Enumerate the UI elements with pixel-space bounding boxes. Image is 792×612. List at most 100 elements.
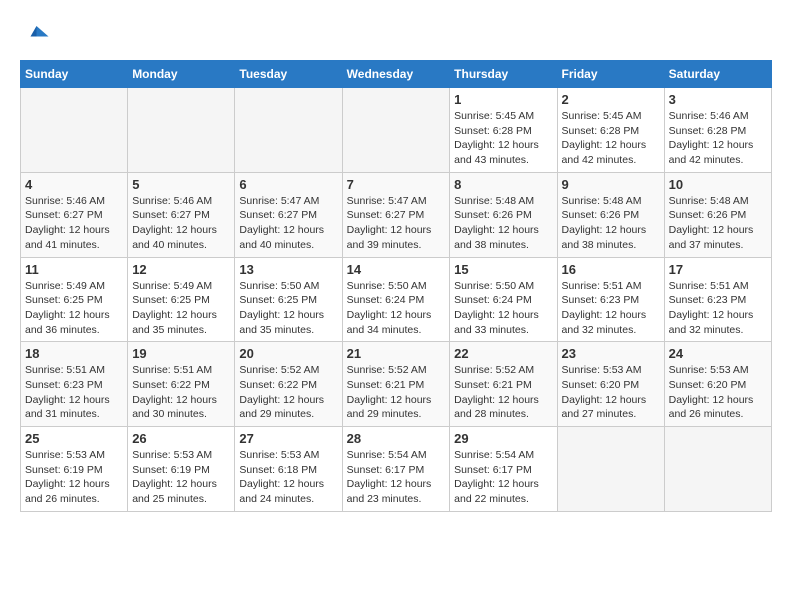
day-info: Sunrise: 5:50 AM Sunset: 6:24 PM Dayligh… — [347, 279, 446, 338]
calendar-day-cell: 3 Sunrise: 5:46 AM Sunset: 6:28 PM Daylig… — [664, 88, 771, 173]
day-number: 15 — [454, 262, 552, 277]
day-number: 4 — [25, 177, 123, 192]
day-info: Sunrise: 5:46 AM Sunset: 6:28 PM Dayligh… — [669, 109, 767, 168]
calendar-day-cell — [342, 88, 450, 173]
calendar-day-cell: 15 Sunrise: 5:50 AM Sunset: 6:24 PM Dayli… — [450, 257, 557, 342]
page-header — [20, 20, 772, 50]
day-number: 27 — [239, 431, 337, 446]
day-number: 12 — [132, 262, 230, 277]
day-info: Sunrise: 5:46 AM Sunset: 6:27 PM Dayligh… — [25, 194, 123, 253]
day-info: Sunrise: 5:48 AM Sunset: 6:26 PM Dayligh… — [669, 194, 767, 253]
calendar-day-cell: 29 Sunrise: 5:54 AM Sunset: 6:17 PM Dayli… — [450, 427, 557, 512]
calendar-day-cell: 7 Sunrise: 5:47 AM Sunset: 6:27 PM Daylig… — [342, 172, 450, 257]
day-number: 19 — [132, 346, 230, 361]
day-info: Sunrise: 5:52 AM Sunset: 6:21 PM Dayligh… — [454, 363, 552, 422]
day-number: 25 — [25, 431, 123, 446]
calendar-day-cell: 8 Sunrise: 5:48 AM Sunset: 6:26 PM Daylig… — [450, 172, 557, 257]
day-info: Sunrise: 5:47 AM Sunset: 6:27 PM Dayligh… — [239, 194, 337, 253]
day-number: 22 — [454, 346, 552, 361]
day-number: 2 — [562, 92, 660, 107]
calendar-day-cell: 17Sunrise: 5:51 AM Sunset: 6:23 PM Dayli… — [664, 257, 771, 342]
calendar-week-row: 11 Sunrise: 5:49 AM Sunset: 6:25 PM Dayli… — [21, 257, 772, 342]
day-info: Sunrise: 5:50 AM Sunset: 6:24 PM Dayligh… — [454, 279, 552, 338]
calendar-day-cell: 1Sunrise: 5:45 AM Sunset: 6:28 PM Daylig… — [450, 88, 557, 173]
calendar-day-cell: 18 Sunrise: 5:51 AM Sunset: 6:23 PM Dayli… — [21, 342, 128, 427]
day-number: 16 — [562, 262, 660, 277]
calendar-week-row: 25 Sunrise: 5:53 AM Sunset: 6:19 PM Dayli… — [21, 427, 772, 512]
day-info: Sunrise: 5:53 AM Sunset: 6:20 PM Dayligh… — [669, 363, 767, 422]
day-number: 14 — [347, 262, 446, 277]
calendar-week-row: 18 Sunrise: 5:51 AM Sunset: 6:23 PM Dayli… — [21, 342, 772, 427]
day-info: Sunrise: 5:51 AM Sunset: 6:23 PM Dayligh… — [669, 279, 767, 338]
day-number: 10 — [669, 177, 767, 192]
calendar-day-cell: 2 Sunrise: 5:45 AM Sunset: 6:28 PM Daylig… — [557, 88, 664, 173]
calendar-day-cell — [21, 88, 128, 173]
calendar-day-cell: 5 Sunrise: 5:46 AM Sunset: 6:27 PM Daylig… — [128, 172, 235, 257]
day-number: 1 — [454, 92, 552, 107]
day-number: 29 — [454, 431, 552, 446]
day-info: Sunrise: 5:53 AM Sunset: 6:19 PM Dayligh… — [25, 448, 123, 507]
day-info: Sunrise: 5:46 AM Sunset: 6:27 PM Dayligh… — [132, 194, 230, 253]
day-number: 13 — [239, 262, 337, 277]
day-number: 11 — [25, 262, 123, 277]
day-info: Sunrise: 5:51 AM Sunset: 6:23 PM Dayligh… — [562, 279, 660, 338]
calendar-table: SundayMondayTuesdayWednesdayThursdayFrid… — [20, 60, 772, 512]
calendar-day-cell: 11 Sunrise: 5:49 AM Sunset: 6:25 PM Dayli… — [21, 257, 128, 342]
day-info: Sunrise: 5:45 AM Sunset: 6:28 PM Dayligh… — [562, 109, 660, 168]
calendar-day-cell — [235, 88, 342, 173]
weekday-header: Friday — [557, 61, 664, 88]
day-info: Sunrise: 5:51 AM Sunset: 6:22 PM Dayligh… — [132, 363, 230, 422]
calendar-week-row: 4 Sunrise: 5:46 AM Sunset: 6:27 PM Daylig… — [21, 172, 772, 257]
day-number: 5 — [132, 177, 230, 192]
calendar-day-cell: 4 Sunrise: 5:46 AM Sunset: 6:27 PM Daylig… — [21, 172, 128, 257]
day-info: Sunrise: 5:48 AM Sunset: 6:26 PM Dayligh… — [562, 194, 660, 253]
day-info: Sunrise: 5:53 AM Sunset: 6:19 PM Dayligh… — [132, 448, 230, 507]
calendar-day-cell: 23Sunrise: 5:53 AM Sunset: 6:20 PM Dayli… — [557, 342, 664, 427]
calendar-day-cell: 10 Sunrise: 5:48 AM Sunset: 6:26 PM Dayli… — [664, 172, 771, 257]
calendar-day-cell: 14 Sunrise: 5:50 AM Sunset: 6:24 PM Dayli… — [342, 257, 450, 342]
day-info: Sunrise: 5:47 AM Sunset: 6:27 PM Dayligh… — [347, 194, 446, 253]
day-number: 3 — [669, 92, 767, 107]
calendar-day-cell: 26 Sunrise: 5:53 AM Sunset: 6:19 PM Dayli… — [128, 427, 235, 512]
day-info: Sunrise: 5:50 AM Sunset: 6:25 PM Dayligh… — [239, 279, 337, 338]
day-number: 20 — [239, 346, 337, 361]
calendar-day-cell: 20 Sunrise: 5:52 AM Sunset: 6:22 PM Dayli… — [235, 342, 342, 427]
day-info: Sunrise: 5:49 AM Sunset: 6:25 PM Dayligh… — [132, 279, 230, 338]
calendar-day-cell: 24 Sunrise: 5:53 AM Sunset: 6:20 PM Dayli… — [664, 342, 771, 427]
day-info: Sunrise: 5:49 AM Sunset: 6:25 PM Dayligh… — [25, 279, 123, 338]
calendar-day-cell: 25 Sunrise: 5:53 AM Sunset: 6:19 PM Dayli… — [21, 427, 128, 512]
weekday-header: Saturday — [664, 61, 771, 88]
calendar-day-cell: 21 Sunrise: 5:52 AM Sunset: 6:21 PM Dayli… — [342, 342, 450, 427]
day-number: 28 — [347, 431, 446, 446]
calendar-day-cell: 28Sunrise: 5:54 AM Sunset: 6:17 PM Dayli… — [342, 427, 450, 512]
calendar-day-cell — [557, 427, 664, 512]
logo-icon — [20, 20, 50, 50]
weekday-header: Monday — [128, 61, 235, 88]
calendar-day-cell — [664, 427, 771, 512]
logo — [20, 20, 54, 50]
calendar-day-cell: 16 Sunrise: 5:51 AM Sunset: 6:23 PM Dayli… — [557, 257, 664, 342]
calendar-week-row: 1 Sunrise: 5:45 AM Sunset: 6:28 PM Daylig… — [21, 88, 772, 173]
day-info: Sunrise: 5:52 AM Sunset: 6:21 PM Dayligh… — [347, 363, 446, 422]
day-number: 21 — [347, 346, 446, 361]
day-number: 24 — [669, 346, 767, 361]
weekday-header: Thursday — [450, 61, 557, 88]
weekday-header: Sunday — [21, 61, 128, 88]
calendar-header-row: SundayMondayTuesdayWednesdayThursdayFrid… — [21, 61, 772, 88]
calendar-day-cell: 22 Sunrise: 5:52 AM Sunset: 6:21 PM Dayli… — [450, 342, 557, 427]
day-info: Sunrise: 5:54 AM Sunset: 6:17 PM Dayligh… — [454, 448, 552, 507]
day-info: Sunrise: 5:51 AM Sunset: 6:23 PM Dayligh… — [25, 363, 123, 422]
day-info: Sunrise: 5:48 AM Sunset: 6:26 PM Dayligh… — [454, 194, 552, 253]
weekday-header: Wednesday — [342, 61, 450, 88]
calendar-day-cell: 9 Sunrise: 5:48 AM Sunset: 6:26 PM Daylig… — [557, 172, 664, 257]
day-number: 9 — [562, 177, 660, 192]
calendar-day-cell: 6Sunrise: 5:47 AM Sunset: 6:27 PM Daylig… — [235, 172, 342, 257]
day-number: 8 — [454, 177, 552, 192]
calendar-day-cell — [128, 88, 235, 173]
day-number: 26 — [132, 431, 230, 446]
calendar-day-cell: 27 Sunrise: 5:53 AM Sunset: 6:18 PM Dayli… — [235, 427, 342, 512]
day-number: 7 — [347, 177, 446, 192]
day-info: Sunrise: 5:53 AM Sunset: 6:18 PM Dayligh… — [239, 448, 337, 507]
day-info: Sunrise: 5:52 AM Sunset: 6:22 PM Dayligh… — [239, 363, 337, 422]
day-number: 18 — [25, 346, 123, 361]
